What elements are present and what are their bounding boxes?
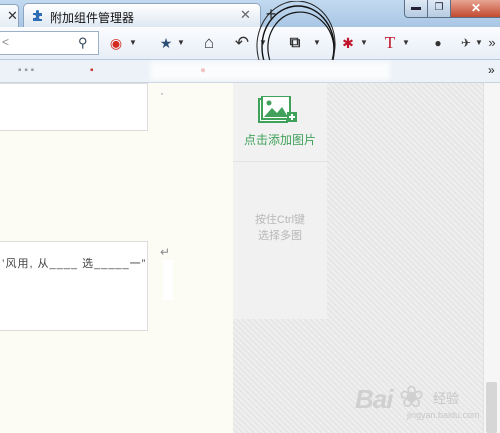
bookmarks-bar: ▪ ▪ ▪ ▪ ● » bbox=[0, 60, 500, 83]
close-icon[interactable]: ✕ bbox=[240, 7, 251, 23]
bookmark-item[interactable]: ▪ ▪ ▪ bbox=[18, 65, 34, 76]
content-card[interactable]: ’风用, 从____ 选_____一” bbox=[0, 241, 148, 331]
multi-select-hint: 按住Ctrl键 选择多图 bbox=[233, 212, 327, 244]
toolbar-overflow-button[interactable]: » bbox=[486, 32, 498, 54]
watermark-url: jingyan.baidu.com bbox=[407, 410, 480, 420]
tab-title: 附加组件管理器 bbox=[50, 11, 135, 25]
scrollbar-track[interactable] bbox=[483, 83, 500, 433]
watermark-brand: Bai bbox=[355, 384, 393, 414]
close-icon[interactable]: ✕ bbox=[7, 8, 18, 24]
extension-icon[interactable]: ✈ bbox=[457, 32, 475, 54]
search-icon[interactable]: ⚲ bbox=[78, 35, 88, 51]
window-close-button[interactable]: ✕ bbox=[450, 0, 500, 18]
bookmark-item[interactable]: ▪ bbox=[90, 65, 94, 76]
hint-line: 选择多图 bbox=[258, 230, 302, 242]
add-image-icon bbox=[258, 96, 297, 123]
add-image-label[interactable]: 点击添加图片 bbox=[233, 131, 327, 148]
baidu-watermark: Bai ❀ 经验 jingyan.baidu.com bbox=[355, 381, 480, 422]
chevron-down-icon[interactable]: ▼ bbox=[475, 32, 483, 54]
card-handle-icon[interactable]: · bbox=[160, 86, 164, 100]
hint-line: 按住Ctrl键 bbox=[254, 214, 306, 226]
chevron-down-icon[interactable]: ▼ bbox=[401, 32, 411, 54]
card-handle-icon[interactable]: ↵ bbox=[160, 245, 170, 259]
chat-icon[interactable]: ● bbox=[429, 32, 447, 54]
maximize-button[interactable]: ❐ bbox=[427, 0, 451, 18]
minimize-button[interactable]: ▬ bbox=[404, 0, 428, 18]
tab-addon-manager[interactable]: 附加组件管理器 ✕ bbox=[23, 3, 261, 28]
obscured-region bbox=[150, 62, 390, 80]
home-icon[interactable]: ⌂ bbox=[199, 32, 219, 54]
chevron-down-icon[interactable]: ▼ bbox=[359, 32, 369, 54]
weibo-icon[interactable]: ◉ bbox=[106, 32, 126, 54]
navigation-toolbar: < ⚲ ◉ ▼ ★ ▼ ⌂ ↶ ▼ ⧉ ▼ ✱ ▼ T ▼ ● ✈ ▼ » bbox=[0, 1, 500, 90]
url-bar[interactable]: < ⚲ bbox=[0, 31, 99, 55]
undo-icon[interactable]: ↶ bbox=[232, 32, 252, 54]
card-text: ’风用, 从____ 选_____一” bbox=[2, 258, 147, 270]
chevron-down-icon[interactable]: ▼ bbox=[128, 32, 138, 54]
tab-strip: ✕ 附加组件管理器 ✕ + ▬ ❐ ✕ bbox=[0, 0, 500, 28]
tab-previous[interactable]: ✕ bbox=[0, 4, 19, 28]
url-text: < bbox=[2, 35, 10, 49]
watermark-suffix: 经验 bbox=[433, 391, 460, 406]
bookmark-star-icon[interactable]: ★ bbox=[156, 32, 176, 54]
text-icon[interactable]: T bbox=[380, 32, 400, 54]
puzzle-icon bbox=[33, 10, 42, 21]
scrollbar-thumb[interactable] bbox=[486, 382, 497, 433]
obscured-region bbox=[163, 260, 173, 300]
content-card[interactable] bbox=[0, 83, 148, 131]
chevron-down-icon[interactable]: ▼ bbox=[176, 32, 186, 54]
bookmarks-overflow-button[interactable]: » bbox=[488, 63, 495, 77]
